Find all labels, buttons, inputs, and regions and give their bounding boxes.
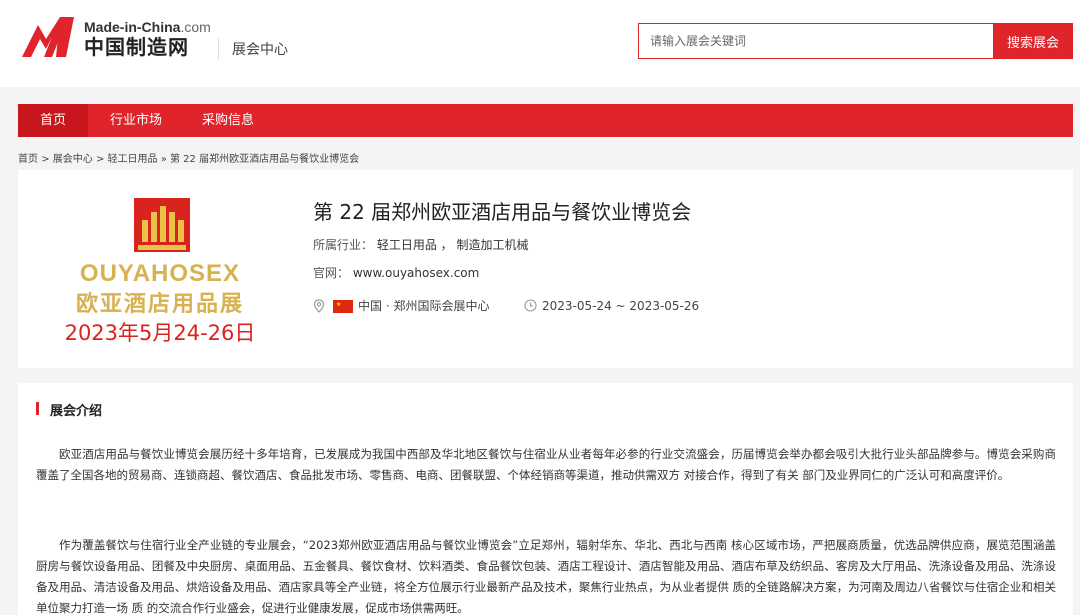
breadcrumb-category[interactable]: 轻工日用品 — [108, 154, 158, 165]
brand-name-en: Made-in-China — [84, 19, 181, 35]
location-pin-icon — [313, 299, 325, 313]
expo-intro-section: 展会介绍 欧亚酒店用品与餐饮业博览会展历经十多年培育，已发展成为我国中西部及华北… — [18, 383, 1073, 615]
section-heading-title: 展会介绍 — [50, 404, 103, 419]
section-title[interactable]: 展会中心 — [232, 39, 288, 59]
expo-website: 官网： www.ouyahosex.com — [313, 264, 479, 281]
search-input[interactable] — [639, 24, 994, 58]
search-box — [638, 23, 994, 59]
breadcrumb-expo-center[interactable]: 展会中心 — [53, 154, 93, 165]
industry-value[interactable]: 轻工日用品 ， 制造加工机械 — [377, 238, 529, 252]
breadcrumb-separator: » — [160, 154, 167, 165]
search-button[interactable]: 搜索展会 — [993, 23, 1073, 59]
breadcrumb-separator: > — [41, 154, 53, 165]
china-flag-icon: ★ — [333, 300, 353, 313]
nav-item-industry-market[interactable]: 行业市场 — [98, 104, 174, 137]
poster-name-cn: 欧亚酒店用品展 — [75, 292, 244, 317]
breadcrumb-home[interactable]: 首页 — [18, 154, 38, 165]
expo-title: 第 22 届郑州欧亚酒店用品与餐饮业博览会 — [313, 200, 692, 224]
brand-domain-suffix: .com — [180, 19, 211, 35]
expo-industry: 所属行业： 轻工日用品 ， 制造加工机械 — [313, 236, 528, 253]
website-label: 官网： — [313, 266, 350, 280]
ouya-hotel-logo-icon — [134, 198, 190, 252]
site-header: Made-in-China.com 中国制造网 展会中心 搜索展会 — [0, 0, 1080, 87]
breadcrumb-current: 第 22 届郑州欧亚酒店用品与餐饮业博览会 — [170, 154, 360, 165]
brand-name-cn: 中国制造网 — [84, 35, 189, 59]
intro-paragraph: 作为覆盖餐饮与住宿行业全产业链的专业展会，“2023郑州欧亚酒店用品与餐饮业博览… — [36, 538, 1056, 615]
expo-card: OUYAHOSEX 欧亚酒店用品展 2023年5月24-26日 第 22 届郑州… — [18, 170, 1073, 368]
nav-item-home[interactable]: 首页 — [18, 104, 88, 137]
poster-name-en: OUYAHOSEX — [79, 260, 241, 287]
section-heading-bar — [36, 402, 39, 415]
made-in-china-logo-icon[interactable] — [22, 17, 82, 57]
breadcrumb: 首页 > 展会中心 > 轻工日用品 » 第 22 届郑州欧亚酒店用品与餐饮业博览… — [18, 150, 359, 165]
poster-date: 2023年5月24-26日 — [64, 321, 256, 345]
expo-poster: OUYAHOSEX 欧亚酒店用品展 2023年5月24-26日 — [64, 198, 256, 348]
clock-icon — [524, 299, 537, 312]
header-divider — [218, 38, 219, 60]
industry-label: 所属行业： — [313, 238, 374, 252]
expo-location: 中国 · 郑州国际会展中心 — [358, 299, 490, 313]
breadcrumb-separator: > — [95, 154, 108, 165]
brand-name[interactable]: Made-in-China.com 中国制造网 — [84, 19, 211, 59]
intro-paragraph: 欧亚酒店用品与餐饮业博览会展历经十多年培育，已发展成为我国中西部及华北地区餐饮与… — [36, 447, 1056, 482]
nav-item-procurement[interactable]: 采购信息 — [190, 104, 266, 137]
expo-dates: 2023-05-24 ~ 2023-05-26 — [542, 299, 700, 313]
main-nav: 首页 行业市场 采购信息 — [18, 104, 1073, 137]
website-link[interactable]: www.ouyahosex.com — [353, 266, 479, 280]
